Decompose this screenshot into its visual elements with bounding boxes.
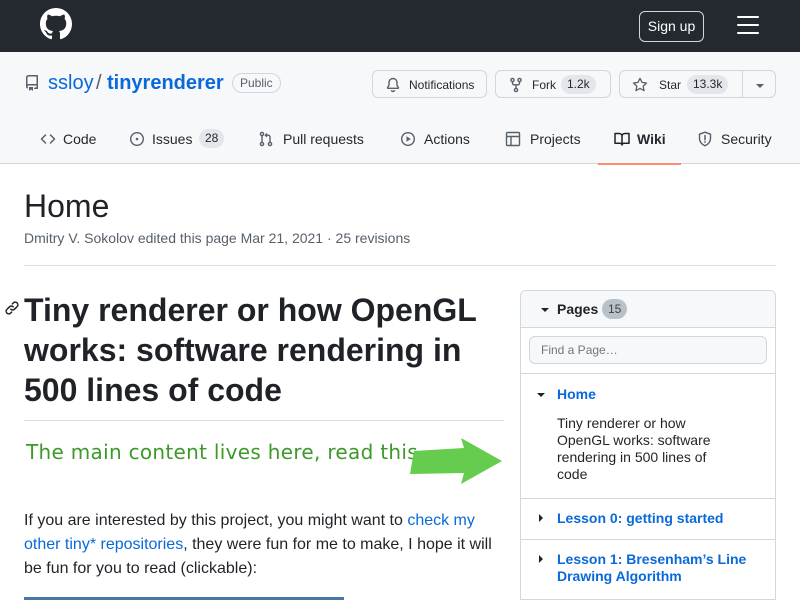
fork-button[interactable]: Fork 1.2k	[495, 70, 611, 98]
triangle-right-icon	[539, 555, 543, 563]
tab-security[interactable]: Security	[697, 126, 777, 164]
notifications-label: Notifications	[409, 78, 475, 92]
bell-icon	[386, 77, 400, 93]
triangle-down-icon	[537, 393, 545, 397]
fork-count: 1.2k	[561, 75, 596, 94]
page-title: Home	[24, 188, 110, 224]
pages-sidebar: Pages 15 Home Tiny renderer or how OpenG…	[520, 290, 776, 600]
star-button[interactable]: Star 13.3k	[619, 70, 743, 98]
tab-wiki[interactable]: Wiki	[598, 126, 681, 165]
repo-name-link[interactable]: tinyrenderer	[107, 72, 224, 95]
tab-projects[interactable]: Projects	[505, 126, 585, 164]
star-icon	[632, 77, 648, 92]
tab-pull-requests[interactable]: Pull requests	[258, 126, 373, 164]
pages-count: 15	[602, 299, 628, 319]
link-icon[interactable]	[4, 300, 20, 316]
fork-icon	[510, 77, 522, 93]
tab-code[interactable]: Code	[40, 126, 102, 164]
tab-label: Actions	[424, 131, 470, 147]
sidebar-item-lesson-1[interactable]: Lesson 1: Bresenham’s Line Drawing Algor…	[521, 540, 775, 600]
triangle-right-icon	[539, 514, 543, 522]
repo-path-separator: /	[96, 72, 102, 94]
tab-label: Issues	[152, 131, 193, 147]
page-heading-link[interactable]: Tiny renderer or how OpenGL works: softw…	[557, 415, 732, 483]
pull-request-icon	[259, 131, 273, 147]
notifications-button[interactable]: Notifications	[372, 70, 487, 98]
tab-label: Pull requests	[283, 131, 364, 147]
book-icon	[614, 132, 630, 146]
pages-header[interactable]: Pages 15	[521, 291, 775, 328]
page-link[interactable]: Lesson 1: Bresenham’s Line Drawing Algor…	[557, 551, 757, 585]
star-count: 13.3k	[687, 75, 729, 94]
repo-owner-link[interactable]: ssloy	[48, 72, 94, 95]
repo-nav-tabs: Code Issues 28 Pull requests Actions Pro…	[0, 126, 800, 165]
intro-paragraph: If you are interested by this project, y…	[24, 509, 504, 581]
table-icon	[505, 131, 521, 147]
page-search-container	[521, 328, 775, 374]
page-edit-meta: Dmitry V. Sokolov edited this page Mar 2…	[24, 230, 411, 246]
page-link[interactable]: Home	[557, 386, 757, 403]
find-page-input[interactable]	[529, 336, 767, 364]
triangle-down-icon	[756, 84, 764, 88]
triangle-down-icon	[541, 308, 549, 312]
fork-label: Fork	[532, 78, 556, 92]
star-label: Star	[659, 78, 682, 92]
page-link[interactable]: Lesson 0: getting started	[557, 510, 757, 527]
top-header: Sign up	[0, 0, 800, 52]
tab-label: Security	[721, 131, 772, 147]
tab-issues[interactable]: Issues 28	[129, 126, 229, 164]
sign-up-button[interactable]: Sign up	[639, 11, 704, 42]
sidebar-item-home[interactable]: Home Tiny renderer or how OpenGL works: …	[521, 374, 775, 499]
tab-label: Projects	[530, 131, 581, 147]
shield-icon	[698, 131, 712, 147]
visibility-badge: Public	[232, 73, 281, 93]
content-heading: Tiny renderer or how OpenGL works: softw…	[24, 292, 477, 408]
tab-label: Code	[63, 131, 97, 147]
github-logo-icon[interactable]	[40, 8, 72, 40]
issue-icon	[129, 131, 145, 147]
repo-header: ssloy / tinyrenderer Public Notification…	[0, 52, 800, 165]
divider	[24, 265, 776, 266]
repo-icon	[25, 75, 38, 91]
star-dropdown-button[interactable]	[742, 70, 776, 98]
handwritten-note-image: The main content lives here, read this	[26, 440, 418, 464]
issues-count: 28	[199, 129, 225, 148]
heading-divider	[24, 420, 504, 421]
tab-label: Wiki	[637, 131, 666, 147]
menu-icon[interactable]	[737, 16, 759, 36]
paragraph-text: If you are interested by this project, y…	[24, 512, 408, 529]
pages-title: Pages	[557, 301, 599, 317]
code-icon	[40, 134, 56, 144]
play-icon	[400, 131, 416, 147]
tab-actions[interactable]: Actions	[400, 126, 475, 164]
green-arrow-image	[410, 438, 502, 484]
sidebar-item-lesson-0[interactable]: Lesson 0: getting started	[521, 499, 775, 540]
